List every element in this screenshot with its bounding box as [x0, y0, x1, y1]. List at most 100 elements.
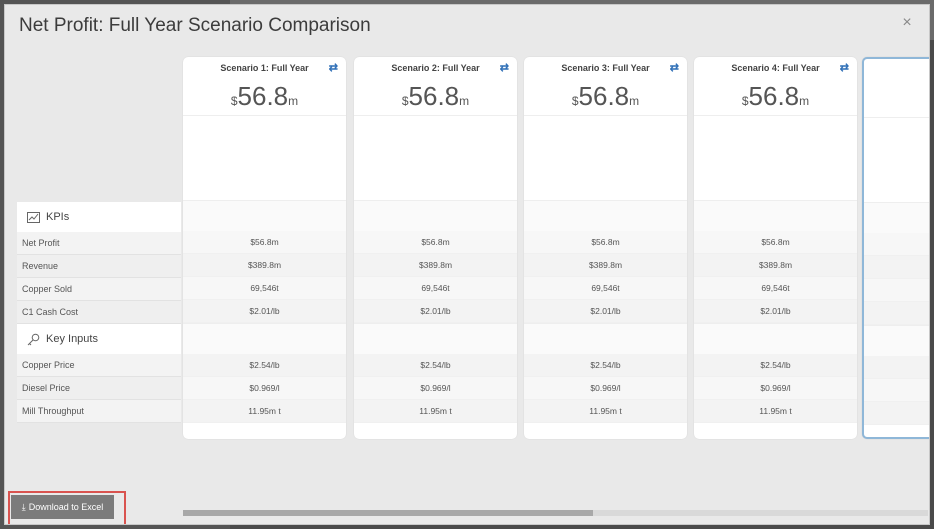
kpi-value: $389.8m: [524, 254, 687, 277]
inputs-section-label: Key Inputs: [46, 333, 98, 345]
headline-currency: $: [401, 94, 409, 108]
input-value: $0.969/l: [524, 377, 687, 400]
headline-unit: m: [799, 94, 810, 108]
input-value: $2.54/lb: [694, 354, 857, 377]
kpis-section-spacer: [864, 202, 929, 233]
input-row-label: Diesel Price: [17, 377, 181, 400]
kpi-value: $56.8m: [183, 231, 346, 254]
kpi-value: $389.8m: [183, 254, 346, 277]
headline-value: $5: [864, 79, 929, 117]
kpi-value: $2.01/lb: [694, 300, 857, 323]
headline-number: 56.8: [578, 81, 630, 111]
download-icon: ⤓: [21, 501, 26, 512]
headline-value: $56.8m: [694, 77, 857, 115]
kpi-value: $56.8m: [694, 231, 857, 254]
card-chart-area: [524, 115, 687, 200]
input-value: $0.969/l: [354, 377, 517, 400]
inputs-section-spacer: [183, 323, 346, 354]
kpis-section-spacer: [183, 200, 346, 231]
input-value: 11.95m t: [354, 400, 517, 423]
headline-value: $56.8m: [354, 77, 517, 115]
headline-currency: $: [571, 94, 579, 108]
headline-number: 56.8: [237, 81, 289, 111]
kpi-value: 69,546t: [183, 277, 346, 300]
input-value: $0.969/l: [694, 377, 857, 400]
kpi-row-label: Net Profit: [17, 232, 181, 255]
inputs-section-spacer: [524, 323, 687, 354]
modal-title: Net Profit: Full Year Scenario Compariso…: [19, 15, 371, 36]
input-value: 11.95m t: [183, 400, 346, 423]
key-icon: [27, 333, 40, 345]
kpi-value: $56.8m: [524, 231, 687, 254]
scenario-title: Scenario 3: Full Year: [561, 63, 650, 73]
refresh-icon[interactable]: ⇄: [840, 61, 849, 74]
input-row-label: Mill Throughput: [17, 400, 181, 423]
kpis-section-header: KPIs: [17, 202, 181, 232]
input-value: $2.54/lb: [183, 354, 346, 377]
headline-unit: m: [629, 94, 640, 108]
scenario-title: Scenario 2: Full Year: [391, 63, 480, 73]
download-to-excel-button[interactable]: ⤓ Download to Excel: [11, 495, 114, 519]
horizontal-scrollbar[interactable]: [183, 510, 928, 516]
kpi-value: [864, 302, 929, 325]
kpi-row-label: Copper Sold: [17, 278, 181, 301]
input-value: 11.95m t: [694, 400, 857, 423]
close-button[interactable]: ×: [897, 13, 917, 33]
card-chart-area: [183, 115, 346, 200]
input-value: [864, 402, 929, 425]
kpi-value: $389.8m: [694, 254, 857, 277]
inputs-section-spacer: [864, 325, 929, 356]
card-chart-area: [354, 115, 517, 200]
scrollbar-thumb[interactable]: [183, 510, 593, 516]
headline-currency: $: [230, 94, 238, 108]
kpi-labels: Net Profit Revenue Copper Sold C1 Cash Cost: [17, 232, 181, 324]
kpi-value: 69,546t: [694, 277, 857, 300]
scenario-name: Scenario 1: Full Year ⇄: [183, 57, 346, 77]
input-value: $2.54/lb: [524, 354, 687, 377]
card-chart-area: [864, 117, 929, 202]
scenario-name: Scenario 3: Full Year ⇄: [524, 57, 687, 77]
kpi-row-label: Revenue: [17, 255, 181, 278]
kpi-value: [864, 233, 929, 256]
kpi-value: $2.01/lb: [524, 300, 687, 323]
input-value: [864, 379, 929, 402]
scenario-card[interactable]: Scenario 2: Full Year ⇄ $56.8m $56.8m $389.8…: [354, 57, 517, 439]
headline-currency: $: [741, 94, 749, 108]
kpi-value: [864, 279, 929, 302]
kpi-value: 69,546t: [524, 277, 687, 300]
scenario-name: Scenario 4: Full Year ⇄: [694, 57, 857, 77]
inputs-section-spacer: [354, 323, 517, 354]
kpis-section-spacer: [524, 200, 687, 231]
kpi-value: $2.01/lb: [354, 300, 517, 323]
headline-number: 56.8: [408, 81, 460, 111]
scenario-name: Scenario 2: Full Year ⇄: [354, 57, 517, 77]
scenario-card[interactable]: Scena$5: [862, 57, 929, 439]
card-chart-area: [694, 115, 857, 200]
scenario-name: Scena: [864, 59, 929, 79]
scenario-card[interactable]: Scenario 4: Full Year ⇄ $56.8m $56.8m $389.8…: [694, 57, 857, 439]
input-value: 11.95m t: [524, 400, 687, 423]
inputs-section-spacer: [694, 323, 857, 354]
headline-number: 56.8: [748, 81, 800, 111]
refresh-icon[interactable]: ⇄: [670, 61, 679, 74]
headline-value: $56.8m: [524, 77, 687, 115]
download-label: Download to Excel: [28, 502, 104, 512]
kpis-section-label: KPIs: [46, 211, 70, 223]
scenario-card[interactable]: Scenario 1: Full Year ⇄ $56.8m $56.8m $389.8…: [183, 57, 346, 439]
chart-icon: [27, 211, 40, 223]
scenario-card[interactable]: Scenario 3: Full Year ⇄ $56.8m $56.8m $389.8…: [524, 57, 687, 439]
refresh-icon[interactable]: ⇄: [500, 61, 509, 74]
input-value: $0.969/l: [183, 377, 346, 400]
input-row-label: Copper Price: [17, 354, 181, 377]
kpi-value: 69,546t: [354, 277, 517, 300]
input-value: [864, 356, 929, 379]
kpi-value: $389.8m: [354, 254, 517, 277]
kpis-section-spacer: [694, 200, 857, 231]
kpi-row-label: C1 Cash Cost: [17, 301, 181, 324]
headline-value: $56.8m: [183, 77, 346, 115]
row-labels-column: KPIs Net Profit Revenue Copper Sold C1 Cash…: [17, 202, 181, 423]
kpi-value: $2.01/lb: [183, 300, 346, 323]
scenario-title: Scenario 4: Full Year: [731, 63, 820, 73]
refresh-icon[interactable]: ⇄: [329, 61, 338, 74]
scenario-comparison-modal: Net Profit: Full Year Scenario Compariso…: [4, 4, 930, 525]
